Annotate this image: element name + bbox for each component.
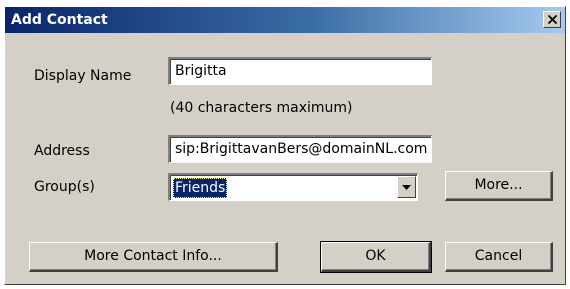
- display-name-input[interactable]: Brigitta: [168, 57, 432, 85]
- group-label: Group(s): [34, 179, 95, 195]
- more-groups-button[interactable]: More...: [445, 171, 553, 201]
- more-contact-info-button[interactable]: More Contact Info...: [29, 242, 278, 272]
- cancel-button[interactable]: Cancel: [445, 242, 553, 272]
- address-label: Address: [34, 143, 90, 159]
- display-name-label: Display Name: [34, 68, 132, 84]
- close-button[interactable]: [543, 11, 561, 28]
- ok-button[interactable]: OK: [320, 241, 432, 273]
- close-icon: [548, 15, 557, 24]
- group-dropdown-button[interactable]: [397, 176, 416, 198]
- group-selected-value: Friends: [173, 178, 228, 198]
- add-contact-dialog: Add Contact Display Name Brigitta (40 ch…: [4, 6, 566, 285]
- title-bar[interactable]: Add Contact: [5, 7, 565, 33]
- address-input[interactable]: sip:BrigittavanBers@domainNL.com: [168, 135, 432, 163]
- window-title: Add Contact: [11, 12, 108, 28]
- chevron-down-icon: [402, 185, 411, 190]
- max-characters-hint: (40 characters maximum): [170, 100, 353, 116]
- group-select[interactable]: Friends: [168, 173, 418, 201]
